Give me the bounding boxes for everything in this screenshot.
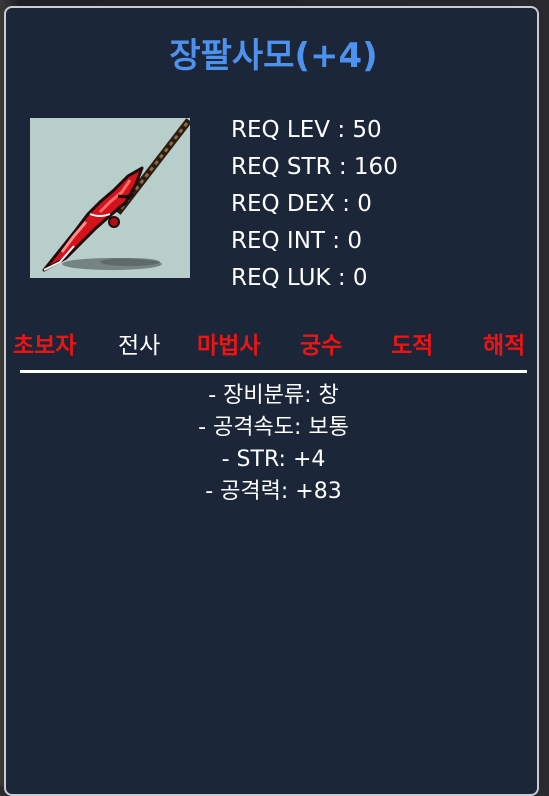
req-dex: REQ DEX : 0 xyxy=(231,191,372,217)
req-str: REQ STR : 160 xyxy=(231,154,398,180)
job-archer: 궁수 xyxy=(300,333,343,359)
job-thief: 도적 xyxy=(391,333,434,359)
requirements-list: REQ LEV : 50 REQ STR : 160 REQ DEX : 0 R… xyxy=(231,112,398,297)
job-pirate: 해적 xyxy=(483,333,526,359)
stat-str: - STR: +4 xyxy=(221,447,326,472)
item-title: 장팔사모(+4) xyxy=(169,36,378,76)
job-warrior: 전사 xyxy=(118,333,161,359)
stat-attack-speed: - 공격속도: 보통 xyxy=(198,415,349,440)
item-tooltip: 장팔사모(+4) REQ LEV : 50 REQ STR : 160 REQ … xyxy=(4,6,539,796)
stat-category: - 장비분류: 창 xyxy=(208,383,339,408)
job-magician: 마법사 xyxy=(197,333,261,359)
red-spear-icon xyxy=(42,118,190,272)
stat-attack: - 공격력: +83 xyxy=(205,479,342,504)
item-stats: - 장비분류: 창 - 공격속도: 보통 - STR: +4 - 공격력: +8… xyxy=(6,380,541,508)
divider xyxy=(20,370,527,373)
req-luk: REQ LUK : 0 xyxy=(231,265,368,291)
req-int: REQ INT : 0 xyxy=(231,228,362,254)
job-beginner: 초보자 xyxy=(13,333,77,359)
item-image-box xyxy=(30,118,190,278)
req-level: REQ LEV : 50 xyxy=(231,117,382,143)
job-list: 초보자 전사 마법사 궁수 도적 해적 xyxy=(6,326,541,366)
